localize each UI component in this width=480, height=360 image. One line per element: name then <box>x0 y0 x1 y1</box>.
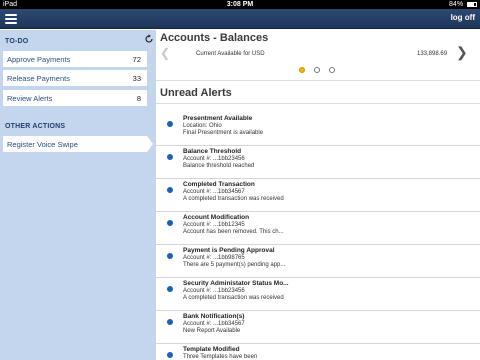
alert-line2: Final Presentment is available <box>183 130 264 136</box>
logoff-button[interactable]: log off <box>451 13 475 22</box>
hamburger-icon <box>5 14 17 16</box>
page-dot-3[interactable] <box>329 67 335 73</box>
alert-title: Balance Threshold <box>183 148 242 155</box>
alert-title: Bank Notification(s) <box>183 313 245 320</box>
alert-title: Presentment Available <box>183 115 253 122</box>
alert-line1: Account #: ...1bb12345 <box>183 222 245 228</box>
page-dot-1[interactable] <box>299 67 305 73</box>
battery-percent: 84% <box>449 1 464 8</box>
alert-line1: Three Templates have been <box>183 354 258 360</box>
main-content: Accounts - Balances ❮ Current Available … <box>156 30 480 360</box>
balance-label: Current Available for USD <box>196 51 265 57</box>
alerts-list[interactable]: Presentment Available Location: Ohio Fin… <box>156 113 480 360</box>
balance-value: 133,898.69 <box>417 51 448 57</box>
alert-line1: Account #: ...1bb34567 <box>183 189 245 195</box>
alert-row[interactable]: Payment is Pending Approval Account #: .… <box>156 245 480 278</box>
sidebar-item-count: 33 <box>132 74 141 83</box>
alert-line2: Account has been removed. This ch... <box>183 229 284 235</box>
todo-section-title: TO-DO <box>5 38 29 45</box>
clock: 3:08 PM <box>226 1 254 8</box>
sidebar-item-approve-payments[interactable]: Approve Payments 72 <box>3 51 147 67</box>
chevron-left-icon[interactable]: ❮ <box>160 46 170 60</box>
unread-dot-icon <box>167 187 173 193</box>
alert-row[interactable]: Presentment Available Location: Ohio Fin… <box>156 113 480 146</box>
sidebar: TO-DO Approve Payments 72 Release Paymen… <box>0 30 156 360</box>
unread-dot-icon <box>167 121 173 127</box>
alert-line2: New Report Available <box>183 328 241 334</box>
other-actions-title: OTHER ACTIONS <box>5 123 66 130</box>
alert-row[interactable]: Security Administator Status Mo... Accou… <box>156 278 480 311</box>
selection-arrow <box>147 136 153 152</box>
sidebar-item-label: Release Payments <box>7 74 70 83</box>
unread-dot-icon <box>167 253 173 259</box>
unread-dot-icon <box>167 154 173 160</box>
status-bar: iPad 3:08 PM 84% <box>0 0 480 9</box>
alert-line1: Account #: ...1bb23456 <box>183 288 245 294</box>
battery-indicator: 84% <box>449 0 477 9</box>
alert-title: Completed Transaction <box>183 181 255 188</box>
alert-line1: Account #: ...1bb34567 <box>183 321 245 327</box>
alert-row[interactable]: Balance Threshold Account #: ...1bb23456… <box>156 146 480 179</box>
alert-title: Template Modified <box>183 346 240 353</box>
alert-title: Payment is Pending Approval <box>183 247 275 254</box>
alert-row[interactable]: Template Modified Three Templates have b… <box>156 344 480 360</box>
sidebar-item-review-alerts[interactable]: Review Alerts 8 <box>3 90 147 106</box>
alert-line1: Account #: ...1bb98765 <box>183 255 245 261</box>
alert-line2: Balance threshold reached <box>183 163 255 169</box>
alert-title: Account Modification <box>183 214 250 221</box>
alert-line2: There are 5 payment(s) pending app... <box>183 262 286 268</box>
page-dot-2[interactable] <box>314 67 320 73</box>
divider <box>3 87 147 88</box>
unread-dot-icon <box>167 319 173 325</box>
sidebar-item-label: Approve Payments <box>7 55 71 64</box>
unread-dot-icon <box>167 352 173 358</box>
alert-title: Security Administator Status Mo... <box>183 280 289 287</box>
alerts-title: Unread Alerts <box>160 87 232 99</box>
refresh-icon[interactable] <box>144 34 154 44</box>
battery-icon <box>467 1 477 7</box>
sidebar-item-register-voice-swipe[interactable]: Register Voice Swipe <box>3 136 153 152</box>
alert-line2: A completed transaction was received <box>183 295 284 301</box>
alert-line1: Location: Ohio <box>183 123 222 129</box>
sidebar-item-count: 72 <box>132 55 141 64</box>
menu-button[interactable] <box>4 12 18 26</box>
alert-line1: Account #: ...1bb23456 <box>183 156 245 162</box>
alerts-header: Unread Alerts <box>156 80 480 104</box>
alert-row[interactable]: Completed Transaction Account #: ...1bb3… <box>156 179 480 212</box>
sidebar-item-label: Register Voice Swipe <box>7 140 78 149</box>
sidebar-item-count: 8 <box>136 94 141 103</box>
balances-title: Accounts - Balances <box>160 32 269 44</box>
chevron-right-icon[interactable]: ❯ <box>456 44 468 61</box>
unread-dot-icon <box>167 220 173 226</box>
alert-row[interactable]: Bank Notification(s) Account #: ...1bb34… <box>156 311 480 344</box>
alert-line2: A completed transaction was received <box>183 196 284 202</box>
unread-dot-icon <box>167 286 173 292</box>
sidebar-item-label: Review Alerts <box>7 94 53 103</box>
top-nav-bar: log off <box>0 9 480 29</box>
sidebar-item-release-payments[interactable]: Release Payments 33 <box>3 70 147 86</box>
alert-row[interactable]: Account Modification Account #: ...1bb12… <box>156 212 480 245</box>
divider <box>3 68 147 69</box>
